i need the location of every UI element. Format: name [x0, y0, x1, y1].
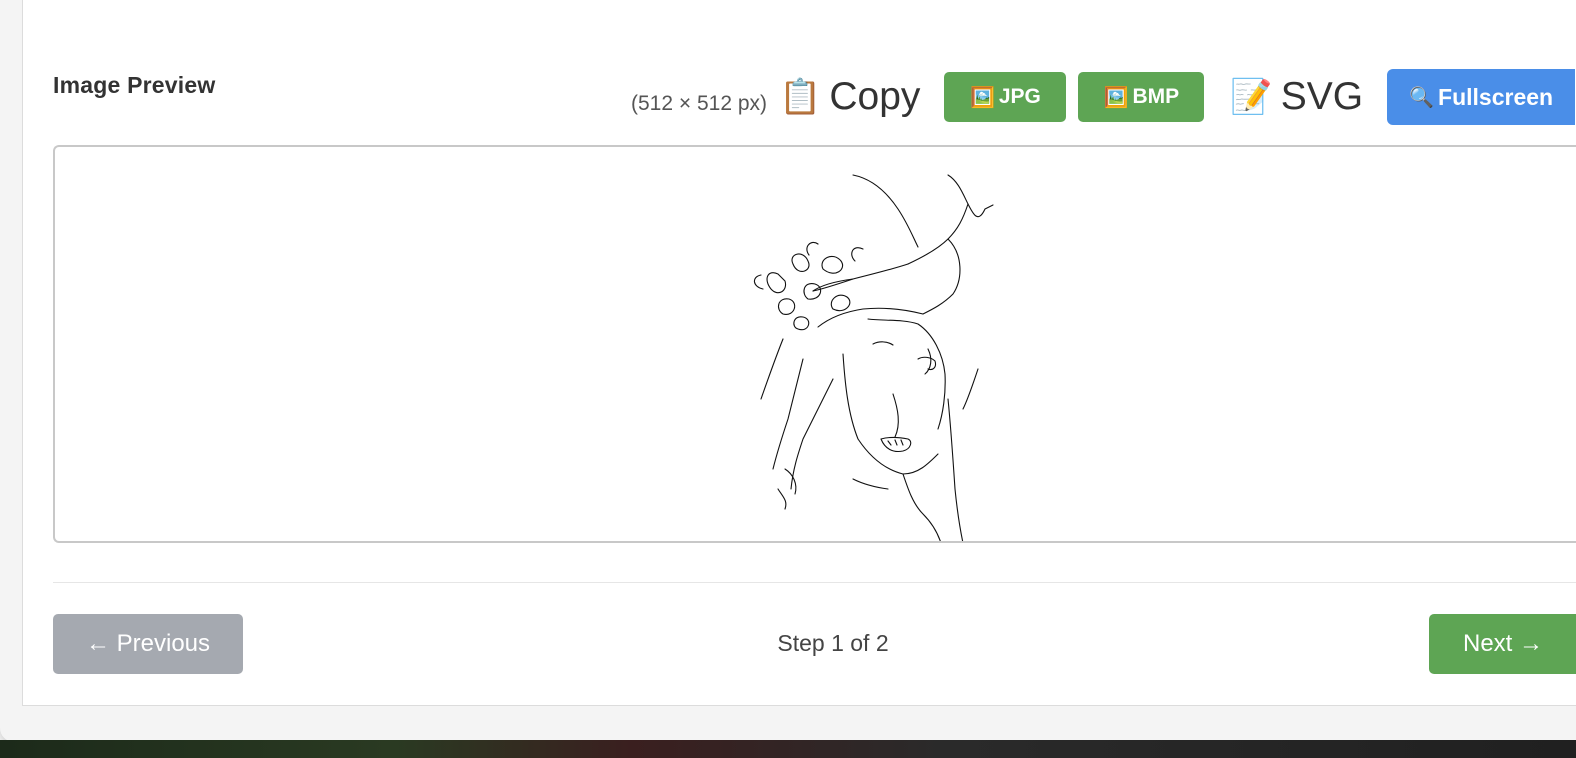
- section-title: Image Preview: [53, 72, 216, 98]
- desktop-background: [0, 740, 1576, 758]
- download-svg-button[interactable]: 📝 SVG: [1230, 75, 1363, 119]
- picture-icon: 🖼️: [969, 86, 995, 109]
- bmp-label: BMP: [1132, 85, 1180, 108]
- previous-button[interactable]: ← Previous: [53, 614, 243, 674]
- section-divider: [53, 582, 1576, 583]
- image-preview-area: [53, 145, 1576, 543]
- memo-icon: 📝: [1230, 78, 1273, 116]
- fullscreen-label: Fullscreen: [1438, 83, 1554, 110]
- magnifier-icon: 🔍: [1409, 86, 1435, 109]
- clipboard-icon: 📋: [779, 78, 822, 116]
- image-dimensions: (512 × 512 px): [631, 92, 768, 115]
- picture-icon: 🖼️: [1103, 86, 1129, 109]
- next-button[interactable]: Next →: [1429, 614, 1576, 674]
- window-frame: Image Preview (512 × 512 px) 📋 Copy 🖼️ J…: [0, 0, 1576, 742]
- edge-detected-image: [753, 174, 994, 541]
- fullscreen-button[interactable]: 🔍 Fullscreen: [1387, 69, 1576, 125]
- svg-label: SVG: [1280, 75, 1364, 118]
- copy-label: Copy: [829, 75, 921, 118]
- download-jpg-button[interactable]: 🖼️ JPG: [944, 72, 1067, 122]
- jpg-label: JPG: [998, 85, 1041, 108]
- copy-button[interactable]: 📋 Copy: [779, 75, 920, 119]
- wizard-card: Image Preview (512 × 512 px) 📋 Copy 🖼️ J…: [22, 0, 1576, 706]
- download-bmp-button[interactable]: 🖼️ BMP: [1078, 72, 1205, 122]
- preview-toolbar: (512 × 512 px) 📋 Copy 🖼️ JPG 🖼️ BMP 📝 SV…: [631, 69, 1576, 125]
- step-indicator: Step 1 of 2: [777, 630, 889, 656]
